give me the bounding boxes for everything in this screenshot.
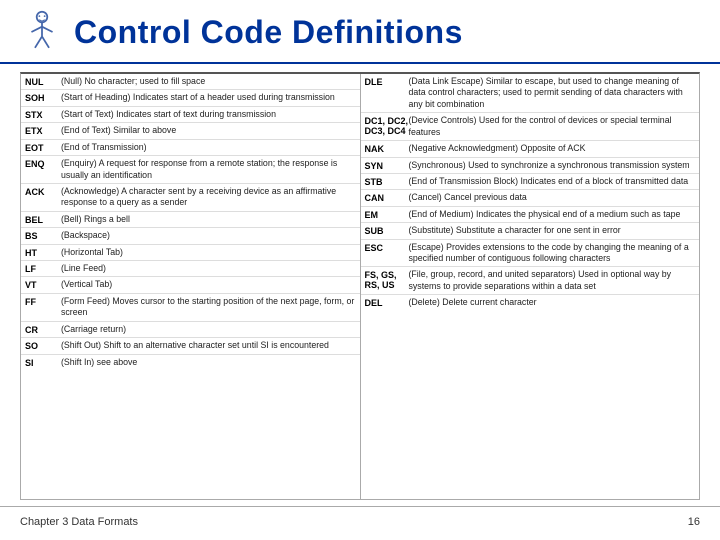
desc-text: (Negative Acknowledgment) Opposite of AC… [409,143,586,154]
table-row: FF (Form Feed) Moves cursor to the start… [21,294,360,322]
table-row: CR (Carriage return) [21,322,360,338]
definitions-table: NUL (Null) No character; used to fill sp… [20,72,700,500]
table-row: NAK (Negative Acknowledgment) Opposite o… [361,141,700,157]
table-row: ESC (Escape) Provides extensions to the … [361,240,700,268]
table-row: ENQ (Enquiry) A request for response fro… [21,156,360,184]
code-label: NUL [25,76,61,87]
code-label: DC1, DC2,DC3, DC4 [365,115,409,136]
desc-text: (Delete) Delete current character [409,297,537,308]
right-column: DLE (Data Link Escape) Similar to escape… [361,74,700,499]
table-row: SI (Shift In) see above [21,355,360,370]
table-row: DC1, DC2,DC3, DC4 (Device Controls) Used… [361,113,700,141]
code-label: BEL [25,214,61,225]
code-label: STX [25,109,61,120]
desc-text: (Line Feed) [61,263,106,274]
code-label: CR [25,324,61,335]
code-label: BS [25,230,61,241]
desc-text: (Acknowledge) A character sent by a rece… [61,186,356,209]
code-label: DLE [365,76,409,87]
content-area: NUL (Null) No character; used to fill sp… [0,64,720,506]
desc-text: (End of Text) Similar to above [61,125,176,136]
code-label: ACK [25,186,61,197]
page-title: Control Code Definitions [74,14,463,51]
table-row: DEL (Delete) Delete current character [361,295,700,310]
desc-text: (Substitute) Substitute a character for … [409,225,621,236]
desc-text: (Synchronous) Used to synchronize a sync… [409,160,690,171]
desc-text: (End of Transmission) [61,142,147,153]
code-label: SUB [365,225,409,236]
code-label: HT [25,247,61,258]
header: Control Code Definitions [0,0,720,64]
code-label: FS, GS,RS, US [365,269,409,290]
footer: Chapter 3 Data Formats 16 [0,506,720,536]
desc-text: (Null) No character; used to fill space [61,76,205,87]
table-row: EM (End of Medium) Indicates the physica… [361,207,700,223]
table-row: NUL (Null) No character; used to fill sp… [21,74,360,90]
table-row: EOT (End of Transmission) [21,140,360,156]
desc-text: (Cancel) Cancel previous data [409,192,527,203]
code-label: CAN [365,192,409,203]
table-row: ACK (Acknowledge) A character sent by a … [21,184,360,212]
desc-text: (Bell) Rings a bell [61,214,130,225]
slide-container: Control Code Definitions NUL (Null) No c… [0,0,720,536]
table-row: SUB (Substitute) Substitute a character … [361,223,700,239]
table-row: CAN (Cancel) Cancel previous data [361,190,700,206]
desc-text: (Start of Heading) Indicates start of a … [61,92,335,103]
code-label: LF [25,263,61,274]
table-row: FS, GS,RS, US (File, group, record, and … [361,267,700,295]
table-row: VT (Vertical Tab) [21,277,360,293]
table-row: SYN (Synchronous) Used to synchronize a … [361,158,700,174]
code-label: VT [25,279,61,290]
code-label: NAK [365,143,409,154]
left-column: NUL (Null) No character; used to fill sp… [21,74,361,499]
desc-text: (End of Medium) Indicates the physical e… [409,209,681,220]
code-label: FF [25,296,61,307]
desc-text: (Start of Text) Indicates start of text … [61,109,276,120]
code-label: SYN [365,160,409,171]
table-row: STB (End of Transmission Block) Indicate… [361,174,700,190]
desc-text: (End of Transmission Block) Indicates en… [409,176,689,187]
desc-text: (Shift Out) Shift to an alternative char… [61,340,329,351]
table-row: BEL (Bell) Rings a bell [21,212,360,228]
code-label: SO [25,340,61,351]
code-label: SI [25,357,61,368]
desc-text: (Vertical Tab) [61,279,112,290]
chapter-label: Chapter 3 Data Formats [20,516,138,528]
table-row: DLE (Data Link Escape) Similar to escape… [361,74,700,113]
desc-text: (Device Controls) Used for the control o… [409,115,696,138]
code-label: STB [365,176,409,187]
desc-text: (Carriage return) [61,324,126,335]
code-label: ETX [25,125,61,136]
table-row: SO (Shift Out) Shift to an alternative c… [21,338,360,354]
table-row: SOH (Start of Heading) Indicates start o… [21,90,360,106]
page-number: 16 [688,516,700,528]
table-row: LF (Line Feed) [21,261,360,277]
code-label: ESC [365,242,409,253]
code-label: ENQ [25,158,61,169]
stick-figure-icon [20,10,64,54]
desc-text: (File, group, record, and united separat… [409,269,696,292]
desc-text: (Shift In) see above [61,357,137,368]
table-row: HT (Horizontal Tab) [21,245,360,261]
code-label: SOH [25,92,61,103]
code-label: EM [365,209,409,220]
desc-text: (Backspace) [61,230,110,241]
desc-text: (Enquiry) A request for response from a … [61,158,356,181]
desc-text: (Data Link Escape) Similar to escape, bu… [409,76,696,110]
desc-text: (Escape) Provides extensions to the code… [409,242,696,265]
table-row: ETX (End of Text) Similar to above [21,123,360,139]
code-label: DEL [365,297,409,308]
desc-text: (Form Feed) Moves cursor to the starting… [61,296,356,319]
desc-text: (Horizontal Tab) [61,247,123,258]
table-row: STX (Start of Text) Indicates start of t… [21,107,360,123]
code-label: EOT [25,142,61,153]
table-row: BS (Backspace) [21,228,360,244]
